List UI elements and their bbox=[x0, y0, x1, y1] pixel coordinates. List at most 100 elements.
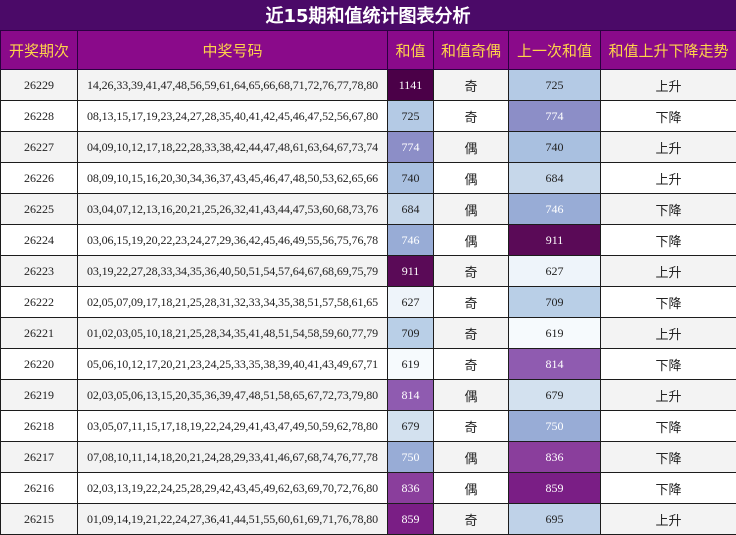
trend-cell: 下降 bbox=[601, 442, 736, 473]
period-cell: 26217 bbox=[1, 442, 78, 473]
trend-cell: 上升 bbox=[601, 163, 736, 194]
parity-cell: 奇 bbox=[434, 411, 509, 442]
parity-cell: 偶 bbox=[434, 132, 509, 163]
table-row: 2622303,19,22,27,28,33,34,35,36,40,50,51… bbox=[1, 256, 736, 287]
table-row: 2622608,09,10,15,16,20,30,34,36,37,43,45… bbox=[1, 163, 736, 194]
prev-sum-cell: 619 bbox=[509, 318, 601, 349]
period-cell: 26228 bbox=[1, 101, 78, 132]
period-cell: 26216 bbox=[1, 473, 78, 504]
sum-cell: 627 bbox=[388, 287, 434, 318]
trend-cell: 上升 bbox=[601, 256, 736, 287]
prev-sum-cell: 814 bbox=[509, 349, 601, 380]
parity-cell: 偶 bbox=[434, 194, 509, 225]
period-cell: 26219 bbox=[1, 380, 78, 411]
numbers-cell: 03,04,07,12,13,16,20,21,25,26,32,41,43,4… bbox=[78, 194, 388, 225]
header-sum: 和值 bbox=[388, 31, 434, 70]
numbers-cell: 05,06,10,12,17,20,21,23,24,25,33,35,38,3… bbox=[78, 349, 388, 380]
trend-cell: 上升 bbox=[601, 70, 736, 101]
numbers-cell: 08,09,10,15,16,20,30,34,36,37,43,45,46,4… bbox=[78, 163, 388, 194]
trend-cell: 下降 bbox=[601, 473, 736, 504]
sum-cell: 911 bbox=[388, 256, 434, 287]
sum-cell: 814 bbox=[388, 380, 434, 411]
table-row: 2622914,26,33,39,41,47,48,56,59,61,64,65… bbox=[1, 70, 736, 101]
table-row: 2622808,13,15,17,19,23,24,27,28,35,40,41… bbox=[1, 101, 736, 132]
prev-sum-cell: 709 bbox=[509, 287, 601, 318]
header-trend: 和值上升下降走势 bbox=[601, 31, 736, 70]
sum-cell: 684 bbox=[388, 194, 434, 225]
table-row: 2621803,05,07,11,15,17,18,19,22,24,29,41… bbox=[1, 411, 736, 442]
table-row: 2621902,03,05,06,13,15,20,35,36,39,47,48… bbox=[1, 380, 736, 411]
period-cell: 26220 bbox=[1, 349, 78, 380]
prev-sum-cell: 859 bbox=[509, 473, 601, 504]
prev-sum-cell: 836 bbox=[509, 442, 601, 473]
prev-sum-cell: 684 bbox=[509, 163, 601, 194]
trend-cell: 上升 bbox=[601, 318, 736, 349]
sum-cell: 709 bbox=[388, 318, 434, 349]
trend-cell: 上升 bbox=[601, 132, 736, 163]
sum-cell: 740 bbox=[388, 163, 434, 194]
parity-cell: 偶 bbox=[434, 225, 509, 256]
header-prev-sum: 上一次和值 bbox=[509, 31, 601, 70]
table-row: 2622403,06,15,19,20,22,23,24,27,29,36,42… bbox=[1, 225, 736, 256]
parity-cell: 奇 bbox=[434, 101, 509, 132]
prev-sum-cell: 725 bbox=[509, 70, 601, 101]
table-row: 2622005,06,10,12,17,20,21,23,24,25,33,35… bbox=[1, 349, 736, 380]
sum-cell: 774 bbox=[388, 132, 434, 163]
parity-cell: 偶 bbox=[434, 473, 509, 504]
numbers-cell: 01,02,03,05,10,18,21,25,28,34,35,41,48,5… bbox=[78, 318, 388, 349]
parity-cell: 偶 bbox=[434, 380, 509, 411]
table-row: 2622704,09,10,12,17,18,22,28,33,38,42,44… bbox=[1, 132, 736, 163]
parity-cell: 奇 bbox=[434, 70, 509, 101]
sum-cell: 859 bbox=[388, 504, 434, 535]
header-period: 开奖期次 bbox=[1, 31, 78, 70]
page-title: 近15期和值统计图表分析 bbox=[0, 0, 736, 30]
parity-cell: 偶 bbox=[434, 442, 509, 473]
period-cell: 26225 bbox=[1, 194, 78, 225]
parity-cell: 奇 bbox=[434, 349, 509, 380]
parity-cell: 偶 bbox=[434, 163, 509, 194]
table-header-row: 开奖期次 中奖号码 和值 和值奇偶 上一次和值 和值上升下降走势 bbox=[1, 31, 736, 70]
sum-cell: 746 bbox=[388, 225, 434, 256]
numbers-cell: 08,13,15,17,19,23,24,27,28,35,40,41,42,4… bbox=[78, 101, 388, 132]
prev-sum-cell: 740 bbox=[509, 132, 601, 163]
sum-cell: 725 bbox=[388, 101, 434, 132]
trend-cell: 下降 bbox=[601, 349, 736, 380]
trend-cell: 下降 bbox=[601, 411, 736, 442]
prev-sum-cell: 695 bbox=[509, 504, 601, 535]
trend-cell: 上升 bbox=[601, 504, 736, 535]
prev-sum-cell: 911 bbox=[509, 225, 601, 256]
sum-cell: 1141 bbox=[388, 70, 434, 101]
numbers-cell: 14,26,33,39,41,47,48,56,59,61,64,65,66,6… bbox=[78, 70, 388, 101]
table-row: 2622101,02,03,05,10,18,21,25,28,34,35,41… bbox=[1, 318, 736, 349]
numbers-cell: 01,09,14,19,21,22,24,27,36,41,44,51,55,6… bbox=[78, 504, 388, 535]
numbers-cell: 02,03,13,19,22,24,25,28,29,42,43,45,49,6… bbox=[78, 473, 388, 504]
trend-cell: 下降 bbox=[601, 194, 736, 225]
prev-sum-cell: 750 bbox=[509, 411, 601, 442]
parity-cell: 奇 bbox=[434, 318, 509, 349]
table-row: 2621501,09,14,19,21,22,24,27,36,41,44,51… bbox=[1, 504, 736, 535]
table-row: 2622503,04,07,12,13,16,20,21,25,26,32,41… bbox=[1, 194, 736, 225]
period-cell: 26224 bbox=[1, 225, 78, 256]
period-cell: 26215 bbox=[1, 504, 78, 535]
prev-sum-cell: 774 bbox=[509, 101, 601, 132]
parity-cell: 奇 bbox=[434, 287, 509, 318]
table-row: 2621707,08,10,11,14,18,20,21,24,28,29,33… bbox=[1, 442, 736, 473]
table-row: 2621602,03,13,19,22,24,25,28,29,42,43,45… bbox=[1, 473, 736, 504]
trend-cell: 下降 bbox=[601, 287, 736, 318]
sum-cell: 679 bbox=[388, 411, 434, 442]
prev-sum-cell: 746 bbox=[509, 194, 601, 225]
stats-table: 开奖期次 中奖号码 和值 和值奇偶 上一次和值 和值上升下降走势 2622914… bbox=[0, 30, 736, 535]
sum-cell: 836 bbox=[388, 473, 434, 504]
parity-cell: 奇 bbox=[434, 504, 509, 535]
period-cell: 26226 bbox=[1, 163, 78, 194]
period-cell: 26218 bbox=[1, 411, 78, 442]
period-cell: 26227 bbox=[1, 132, 78, 163]
period-cell: 26223 bbox=[1, 256, 78, 287]
header-numbers: 中奖号码 bbox=[78, 31, 388, 70]
period-cell: 26222 bbox=[1, 287, 78, 318]
header-parity: 和值奇偶 bbox=[434, 31, 509, 70]
table-row: 2622202,05,07,09,17,18,21,25,28,31,32,33… bbox=[1, 287, 736, 318]
trend-cell: 下降 bbox=[601, 225, 736, 256]
numbers-cell: 02,05,07,09,17,18,21,25,28,31,32,33,34,3… bbox=[78, 287, 388, 318]
period-cell: 26221 bbox=[1, 318, 78, 349]
